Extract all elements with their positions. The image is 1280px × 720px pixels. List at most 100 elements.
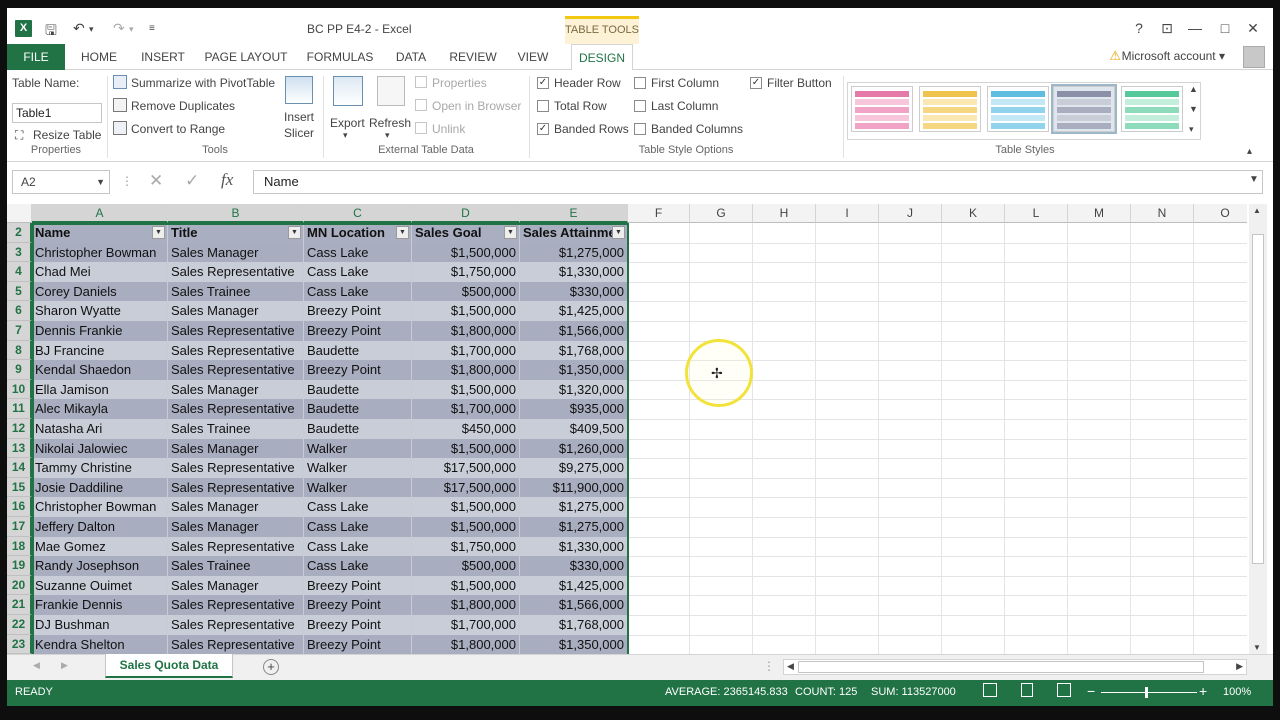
table-cell[interactable]: $1,800,000 — [412, 634, 520, 654]
table-cell[interactable]: $1,750,000 — [412, 262, 520, 282]
tab-formulas[interactable]: FORMULAS — [303, 44, 377, 70]
select-all-corner[interactable] — [7, 204, 32, 223]
header-row-checkbox[interactable]: ✓ — [537, 77, 549, 89]
table-cell[interactable]: DJ Bushman — [32, 615, 168, 635]
avatar[interactable] — [1243, 46, 1265, 68]
row-header[interactable]: 21 — [7, 595, 32, 615]
table-cell[interactable]: BJ Francine — [32, 340, 168, 361]
table-style-green[interactable] — [1121, 86, 1183, 132]
table-cell[interactable]: $1,500,000 — [412, 517, 520, 537]
table-cell[interactable]: Tammy Christine — [32, 458, 168, 478]
table-cell[interactable]: Kendra Shelton — [32, 634, 168, 654]
table-cell[interactable]: Sales Trainee — [168, 419, 304, 439]
customize-qat-icon[interactable]: ≡ — [149, 23, 155, 34]
row-header[interactable]: 16 — [7, 497, 32, 517]
table-cell[interactable]: $1,330,000 — [520, 536, 628, 557]
tab-insert[interactable]: INSERT — [135, 44, 191, 70]
worksheet-grid[interactable]: ABCDEFGHIJKLMNO 2 Name ▼ Title ▼ MN Location ▼… — [7, 204, 1247, 654]
filter-dropdown-icon[interactable]: ▼ — [396, 226, 409, 239]
row-header[interactable]: 18 — [7, 536, 32, 557]
horizontal-scrollbar[interactable]: ◀ ▶ — [783, 659, 1247, 675]
remove-duplicates-button[interactable]: Remove Duplicates — [131, 99, 235, 113]
column-header-c[interactable]: C — [304, 204, 412, 223]
insert-slicer-label-1[interactable]: Insert — [283, 110, 315, 124]
table-cell[interactable]: $1,500,000 — [412, 379, 520, 400]
table-cell[interactable]: Cass Lake — [304, 556, 412, 576]
table-cell[interactable]: $1,425,000 — [520, 575, 628, 596]
tab-page-layout[interactable]: PAGE LAYOUT — [201, 44, 291, 70]
unlink-button[interactable]: Unlink — [432, 122, 465, 136]
table-style-gold[interactable] — [919, 86, 981, 132]
table-cell[interactable]: Christopher Bowman — [32, 242, 168, 263]
table-cell[interactable]: $1,500,000 — [412, 497, 520, 517]
table-cell[interactable]: Breezy Point — [304, 634, 412, 654]
table-cell[interactable]: $409,500 — [520, 419, 628, 439]
table-cell[interactable]: Cass Lake — [304, 262, 412, 282]
row-header[interactable]: 22 — [7, 615, 32, 635]
tab-home[interactable]: HOME — [75, 44, 123, 70]
table-cell[interactable]: Sales Trainee — [168, 281, 304, 302]
table-cell[interactable]: $1,260,000 — [520, 438, 628, 459]
formula-input[interactable]: Name — [253, 170, 1263, 194]
table-cell[interactable]: $1,800,000 — [412, 595, 520, 615]
table-header-cell[interactable]: Title — [168, 223, 304, 243]
table-cell[interactable]: Sales Representative — [168, 458, 304, 478]
column-header-b[interactable]: B — [168, 204, 304, 223]
table-cell[interactable]: Sales Manager — [168, 438, 304, 459]
table-cell[interactable]: Cass Lake — [304, 497, 412, 517]
zoom-slider-thumb[interactable] — [1145, 687, 1148, 698]
table-cell[interactable]: Breezy Point — [304, 301, 412, 321]
resize-table-button[interactable]: Resize Table — [33, 128, 101, 142]
table-cell[interactable]: Breezy Point — [304, 321, 412, 341]
vertical-scroll-thumb[interactable] — [1252, 234, 1264, 564]
vertical-scrollbar[interactable]: ▲ ▼ — [1249, 204, 1267, 654]
table-cell[interactable]: $1,750,000 — [412, 536, 520, 557]
gallery-more-icon[interactable]: ▾ — [1189, 124, 1194, 135]
row-header[interactable]: 7 — [7, 321, 32, 341]
zoom-in-icon[interactable]: + — [1199, 683, 1207, 699]
column-header-i[interactable]: I — [816, 204, 879, 223]
column-header-o[interactable]: O — [1194, 204, 1247, 223]
table-cell[interactable]: Suzanne Ouimet — [32, 575, 168, 596]
table-cell[interactable]: $1,500,000 — [412, 438, 520, 459]
table-cell[interactable]: $1,330,000 — [520, 262, 628, 282]
last-column-checkbox[interactable] — [634, 100, 646, 112]
table-cell[interactable]: $1,500,000 — [412, 242, 520, 263]
column-header-j[interactable]: J — [879, 204, 942, 223]
scroll-down-icon[interactable]: ▼ — [1253, 643, 1261, 652]
zoom-slider-track[interactable] — [1101, 692, 1197, 693]
summarize-with-pivottable-button[interactable]: Summarize with PivotTable — [131, 76, 275, 90]
table-cell[interactable]: Sales Representative — [168, 399, 304, 419]
table-cell[interactable]: Walker — [304, 438, 412, 459]
table-cell[interactable]: Breezy Point — [304, 615, 412, 635]
filter-dropdown-icon[interactable]: ▼ — [612, 226, 625, 239]
table-cell[interactable]: Natasha Ari — [32, 419, 168, 439]
table-cell[interactable]: $330,000 — [520, 556, 628, 576]
external-properties-button[interactable]: Properties — [432, 76, 487, 90]
table-cell[interactable]: Baudette — [304, 419, 412, 439]
table-cell[interactable]: Corey Daniels — [32, 281, 168, 302]
row-header[interactable]: 8 — [7, 340, 32, 361]
gallery-scroll-up-icon[interactable]: ▲ — [1189, 84, 1198, 94]
name-box[interactable]: A2 ▼ — [12, 170, 110, 194]
new-sheet-button[interactable]: + — [263, 659, 279, 675]
expand-formula-bar-icon[interactable]: ▼ — [1249, 174, 1259, 185]
table-cell[interactable]: $1,800,000 — [412, 360, 520, 380]
gallery-scroll-down-icon[interactable]: ▼ — [1189, 104, 1198, 114]
table-cell[interactable]: Walker — [304, 458, 412, 478]
account-menu[interactable]: Microsoft account ▾ — [1122, 49, 1225, 63]
table-cell[interactable]: $450,000 — [412, 419, 520, 439]
total-row-checkbox[interactable] — [537, 100, 549, 112]
table-cell[interactable]: Sales Representative — [168, 634, 304, 654]
name-box-dropdown-icon[interactable]: ▼ — [96, 171, 105, 193]
close-button[interactable]: ✕ — [1243, 20, 1263, 37]
refresh-button[interactable]: Refresh — [369, 116, 411, 130]
undo-icon[interactable]: ↶ — [73, 20, 85, 37]
table-cell[interactable]: Kendal Shaedon — [32, 360, 168, 380]
ribbon-display-options-button[interactable]: ⊡ — [1157, 20, 1177, 37]
table-cell[interactable]: Sales Representative — [168, 477, 304, 498]
prev-sheet-icon[interactable]: ◀ — [33, 660, 40, 671]
open-in-browser-button[interactable]: Open in Browser — [432, 99, 521, 113]
help-button[interactable]: ? — [1129, 20, 1149, 36]
column-header-n[interactable]: N — [1131, 204, 1194, 223]
